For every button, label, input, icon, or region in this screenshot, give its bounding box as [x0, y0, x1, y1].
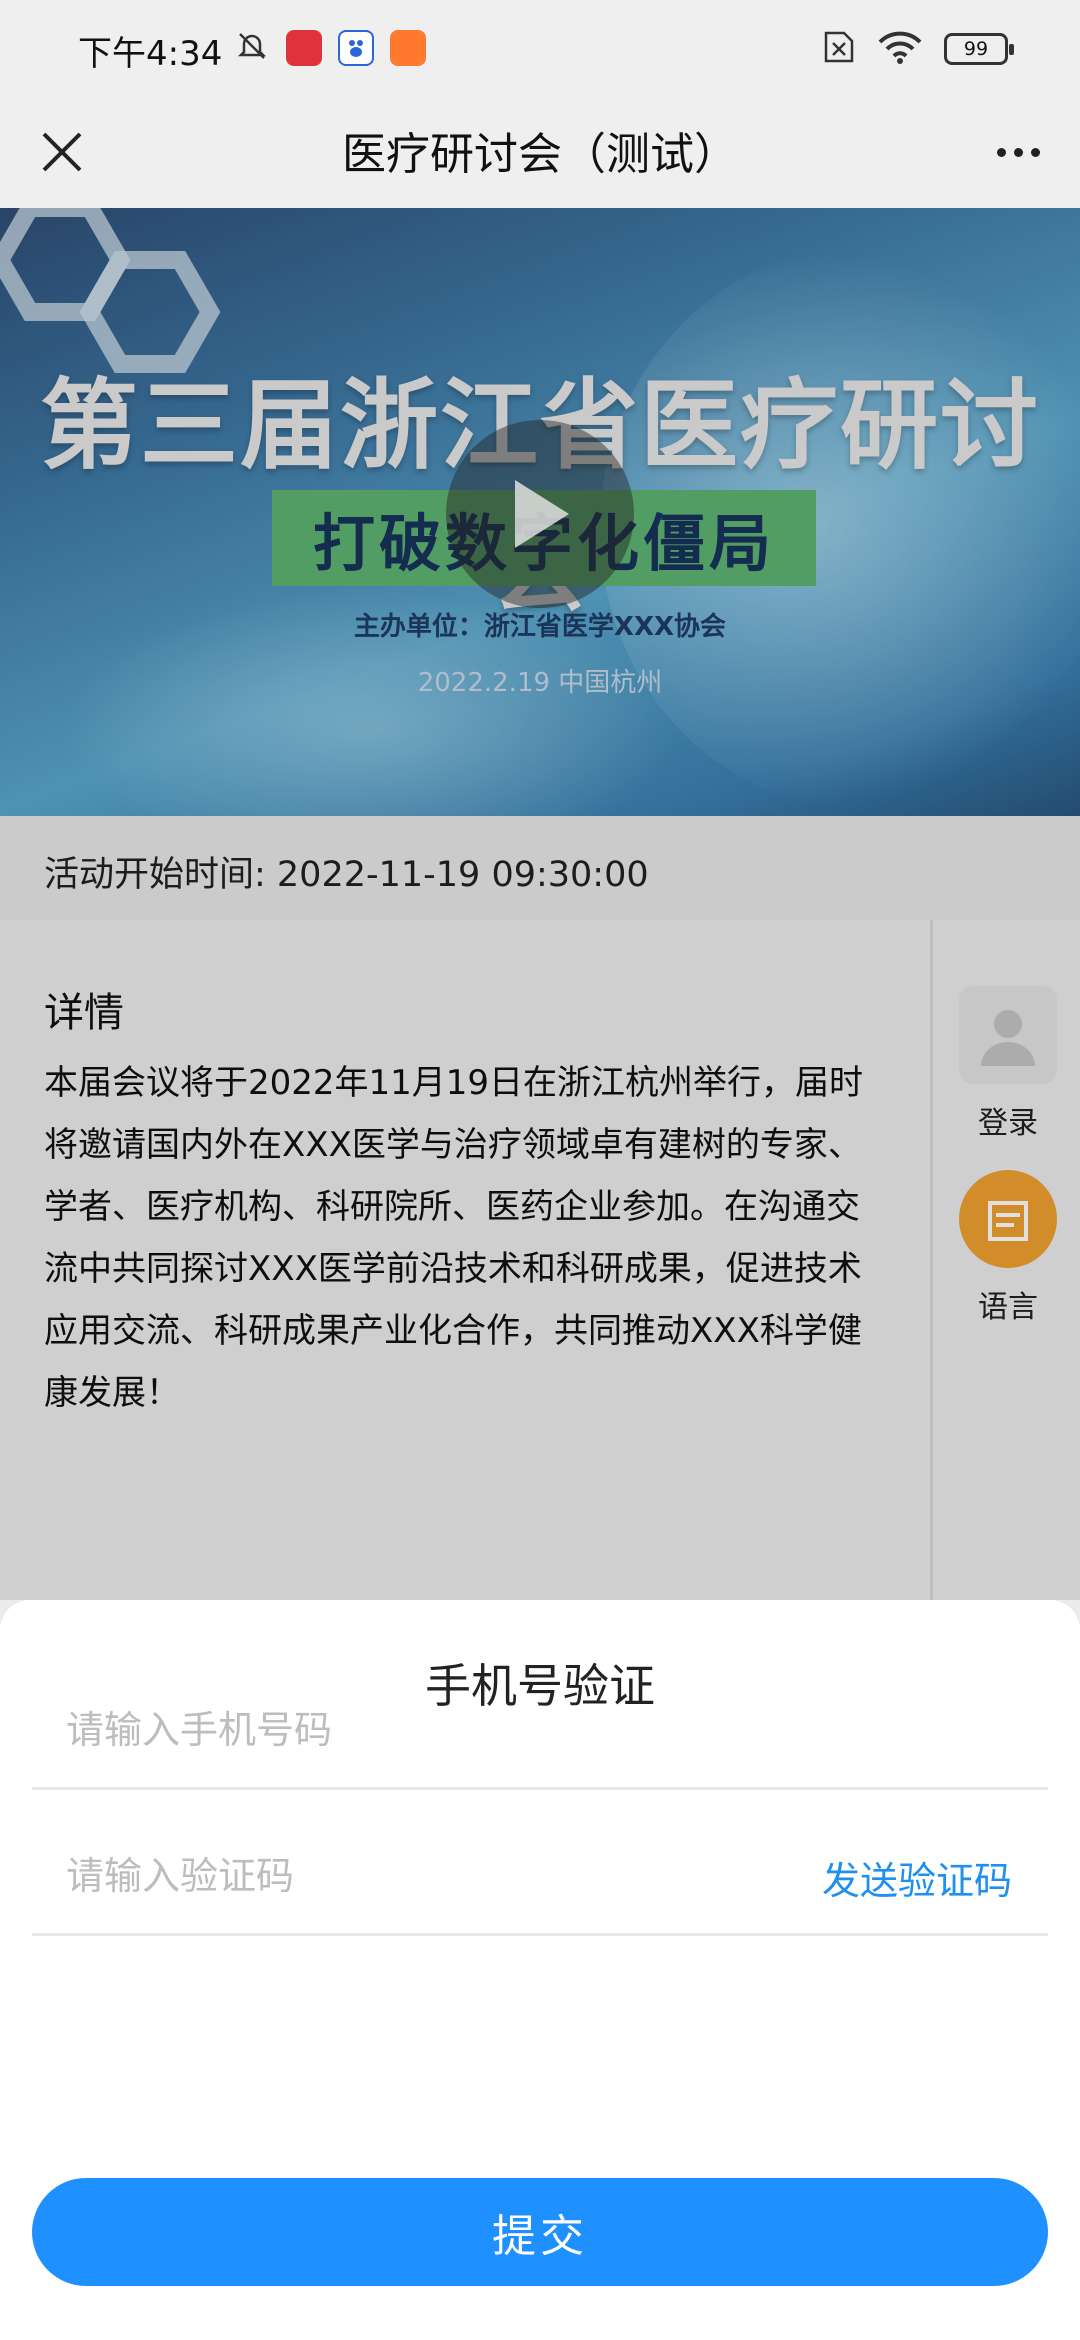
wifi-icon	[878, 30, 922, 68]
mute-icon	[234, 28, 270, 68]
navigation-bar: 医疗研讨会（测试）	[0, 96, 1080, 208]
login-button[interactable]: 登录	[933, 986, 1080, 1142]
detail-section: 详情 本届会议将于2022年11月19日在浙江杭州举行，届时将邀请国内外在XXX…	[0, 920, 930, 1600]
more-dots-icon	[996, 147, 1006, 157]
user-avatar-icon	[959, 986, 1057, 1084]
language-icon	[959, 1170, 1057, 1268]
banner-host: 主办单位：浙江省医学XXX协会	[353, 612, 727, 642]
phone-field	[32, 1670, 1048, 1790]
verification-code-input[interactable]	[66, 1844, 766, 1908]
language-label: 语言	[978, 1290, 1038, 1325]
shopping-app-icon	[390, 30, 426, 66]
play-icon	[515, 480, 569, 548]
detail-title: 详情	[44, 990, 124, 1036]
status-bar: 下午4:34 99	[0, 0, 1080, 96]
system-icons: 99	[818, 30, 1014, 68]
send-code-button[interactable]: 发送验证码	[822, 1850, 1012, 1905]
login-label: 登录	[978, 1106, 1038, 1141]
event-banner-video[interactable]: 第三届浙江省医疗研讨会 打破数字化僵局 主办单位：浙江省医学XXX协会 2022…	[0, 208, 1080, 816]
status-time: 下午4:34	[78, 34, 223, 74]
more-button[interactable]	[984, 118, 1052, 186]
start-time-bar: 活动开始时间: 2022-11-19 09:30:00	[0, 816, 1080, 920]
no-sim-icon	[818, 30, 856, 68]
page-title: 医疗研讨会（测试）	[342, 129, 738, 180]
battery-icon: 99	[944, 33, 1014, 65]
baidu-app-icon	[338, 30, 374, 66]
start-time: 活动开始时间: 2022-11-19 09:30:00	[44, 855, 649, 895]
submit-button[interactable]: 提交	[32, 2178, 1048, 2286]
play-button[interactable]	[446, 420, 634, 608]
detail-body: 本届会议将于2022年11月19日在浙江杭州举行，届时将邀请国内外在XXX医学与…	[44, 1063, 864, 1413]
banner-date-location: 2022.2.19 中国杭州	[417, 668, 663, 698]
toutiao-app-icon	[286, 30, 322, 66]
language-button[interactable]: 语言	[933, 1170, 1080, 1326]
code-field: 发送验证码	[32, 1816, 1048, 1936]
side-menu: 登录 语言	[930, 920, 1080, 1600]
notification-icons	[234, 28, 426, 68]
phone-input[interactable]	[66, 1698, 766, 1762]
